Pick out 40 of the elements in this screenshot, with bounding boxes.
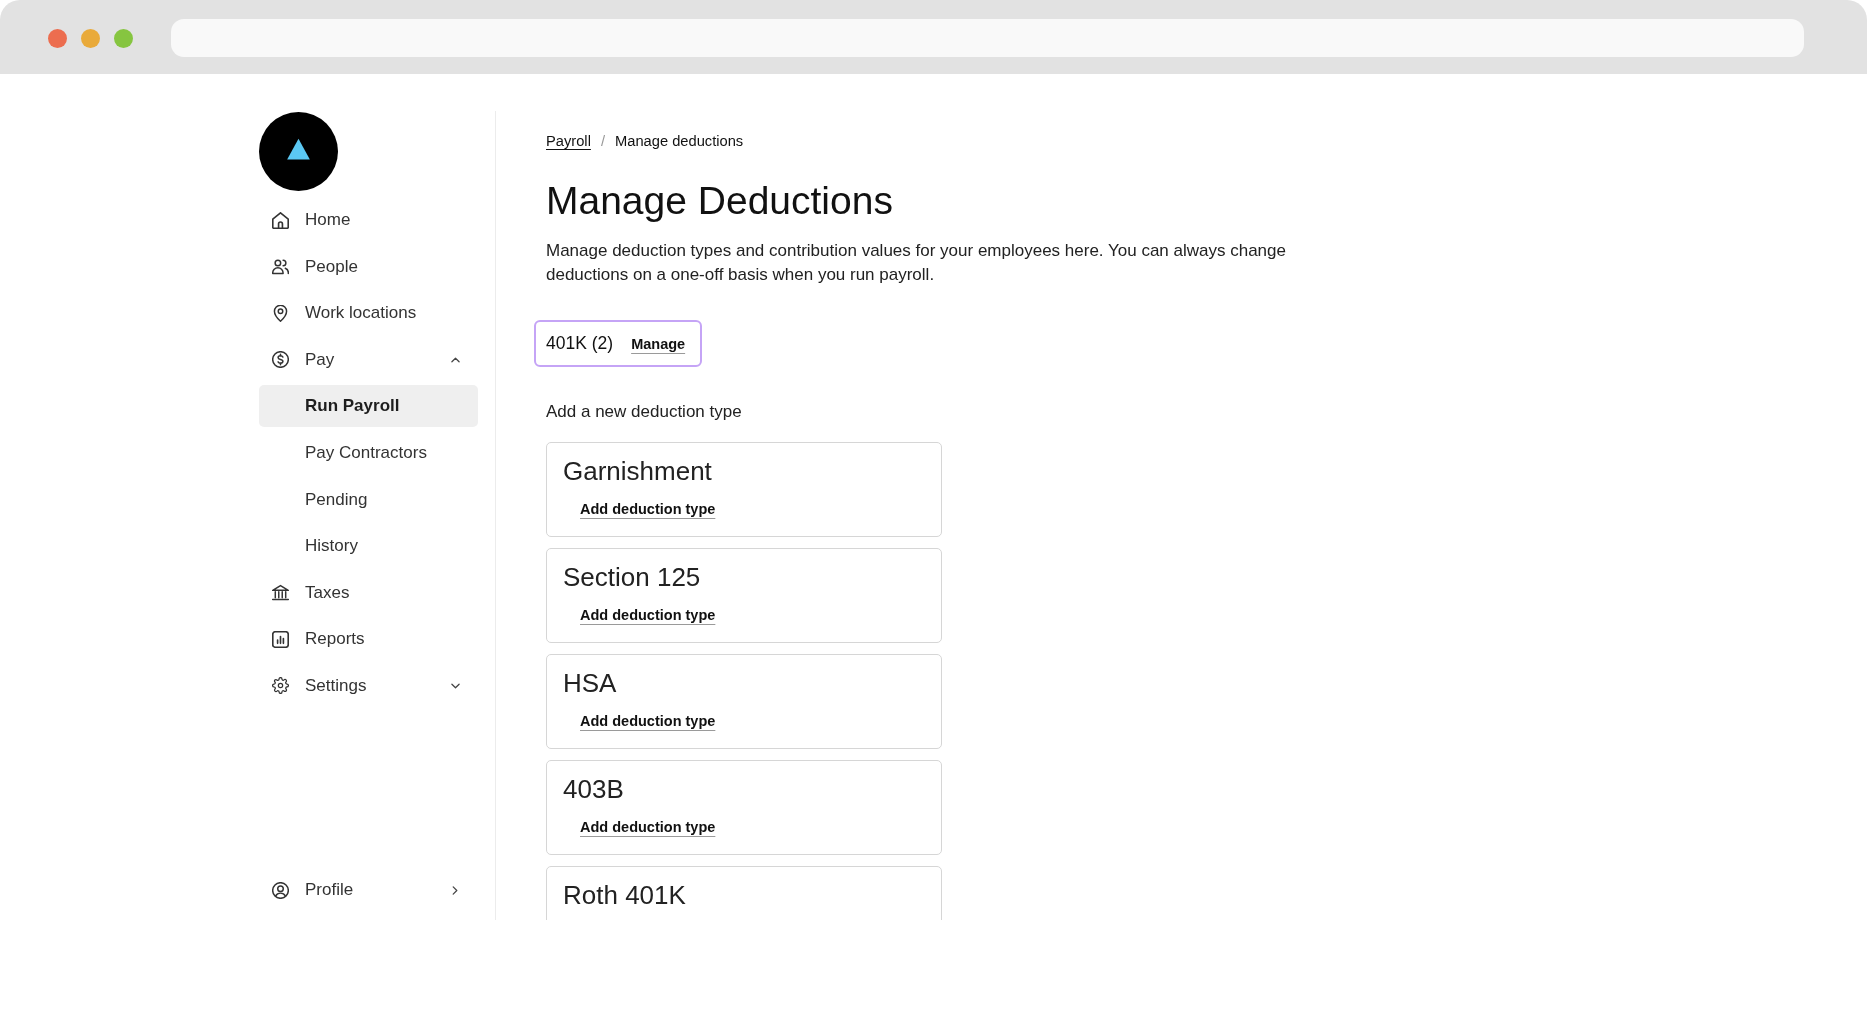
nav-item[interactable]: Pending — [259, 478, 478, 521]
nav-item[interactable]: Work locations — [259, 292, 478, 335]
card-title: HSA — [563, 667, 618, 699]
page-description: Manage deduction types and contribution values for your employees here. You can always change deductions on a one-off basis when you run payroll. — [546, 240, 1287, 286]
location-pin-icon — [272, 304, 289, 322]
people-icon — [272, 258, 289, 276]
section-heading: Add a new deduction type — [546, 401, 743, 423]
card-title: Section 125 — [563, 561, 702, 593]
minimize-icon[interactable] — [81, 28, 100, 48]
add-deduction-link[interactable]: Add deduction type — [580, 499, 716, 519]
card-title: 403B — [563, 773, 625, 805]
nav-item[interactable]: Home — [259, 199, 478, 241]
bar-chart-icon — [272, 630, 289, 648]
home-icon — [272, 211, 289, 229]
close-icon[interactable] — [48, 28, 67, 48]
manage-link[interactable]: Manage — [631, 335, 686, 352]
card-title: Roth 401K — [563, 879, 687, 911]
breadcrumb-current: Manage deductions — [615, 132, 744, 151]
nav-item[interactable]: History — [259, 525, 478, 568]
maximize-icon[interactable] — [114, 28, 133, 48]
nav-item[interactable]: Pay — [259, 338, 478, 381]
nav-item[interactable]: Run Payroll — [259, 385, 478, 428]
add-deduction-link[interactable]: Add deduction type — [580, 817, 716, 837]
logo-icon — [259, 112, 338, 191]
bank-icon — [272, 584, 289, 602]
nav-item[interactable]: Settings — [259, 664, 478, 707]
settings-icon — [272, 677, 289, 695]
nav-item[interactable]: Reports — [259, 618, 478, 661]
nav-item[interactable]: People — [259, 245, 478, 288]
breadcrumb-separator: / — [600, 132, 605, 151]
add-deduction-link[interactable]: Add deduction type — [580, 605, 716, 625]
page-title: Manage Deductions — [546, 178, 894, 224]
deduction-label: 401K (2) — [546, 333, 614, 354]
card-title: Garnishment — [563, 455, 713, 487]
chevron-right-icon — [452, 885, 458, 895]
nav-item[interactable]: Pay Contractors — [259, 431, 478, 474]
add-deduction-link[interactable]: Add deduction type — [580, 711, 716, 731]
nav-item[interactable]: Profile — [259, 869, 478, 911]
nav-item[interactable]: Taxes — [259, 571, 478, 614]
breadcrumb-link[interactable]: Payroll — [546, 131, 591, 151]
